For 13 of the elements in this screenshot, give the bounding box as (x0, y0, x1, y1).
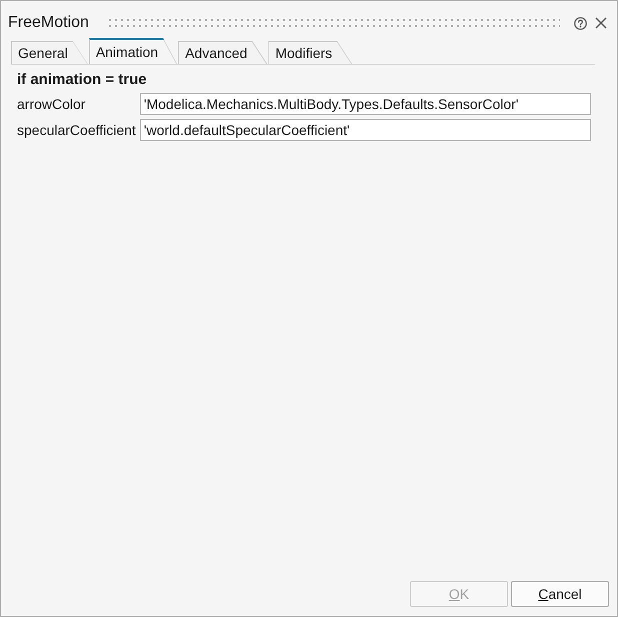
close-icon[interactable] (595, 17, 607, 29)
help-icon[interactable] (574, 16, 587, 30)
section-heading: if animation = true (17, 71, 148, 89)
parameter-field[interactable]: 'world.defaultSpecularCoefficient' (140, 119, 591, 141)
dialog-button[interactable]: Cancel (511, 581, 609, 607)
window-title: FreeMotion (8, 13, 89, 33)
tab[interactable]: Animation (88, 38, 178, 64)
parameter-label: specularCoefficient (17, 121, 136, 139)
tab[interactable]: General (11, 41, 88, 64)
tab[interactable]: Advanced (178, 41, 268, 64)
tab[interactable]: Modifiers (268, 41, 352, 64)
parameter-field[interactable]: 'Modelica.Mechanics.MultiBody.Types.Defaults.SensorColor' (140, 93, 591, 115)
parameter-label: arrowColor (17, 95, 86, 113)
